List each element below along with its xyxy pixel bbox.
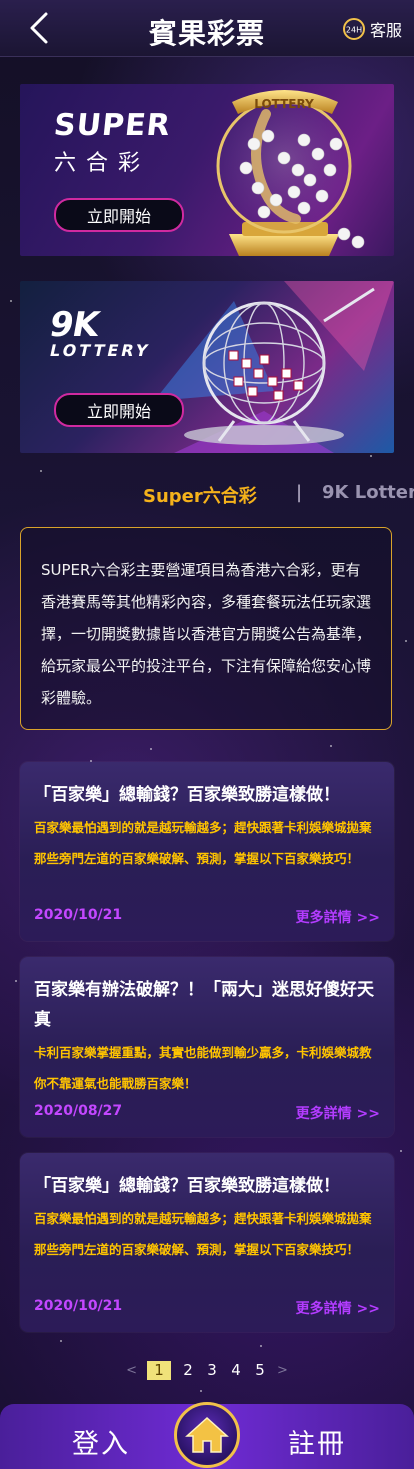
bingo-cage-illustration: [154, 281, 394, 453]
lottery-description: SUPER六合彩主要營運項目為香港六合彩，更有香港賽馬等其他精彩內容，多種套餐玩…: [20, 527, 392, 730]
page-2-button[interactable]: 2: [181, 1361, 195, 1379]
9k-lottery-banner[interactable]: 9K LOTTERY 立即開始: [20, 281, 394, 453]
news-summary: 百家樂最怕遇到的就是越玩輸越多；趕快跟著卡利娛樂城拋棄那些旁門左道的百家樂破解、…: [34, 1211, 372, 1257]
customer-service-label: 客服: [369, 21, 402, 40]
more-details-link[interactable]: 更多詳情 >>: [296, 1103, 380, 1123]
headset-24h-icon: 24H: [342, 18, 365, 40]
page-1-button[interactable]: 1: [147, 1360, 171, 1380]
news-summary: 卡利百家樂掌握重點，其實也能做到輸少贏多，卡利娛樂城教你不靠運氣也能戰勝百家樂！: [34, 1045, 372, 1091]
page-3-button[interactable]: 3: [205, 1361, 219, 1379]
page-4-button[interactable]: 4: [229, 1361, 243, 1379]
news-summary: 百家樂最怕遇到的就是越玩輸越多；趕快跟著卡利娛樂城拋棄那些旁門左道的百家樂破解、…: [34, 820, 372, 866]
super-brand-logo: SUPER 六合彩: [52, 108, 173, 176]
tab-separator: |: [296, 482, 303, 503]
news-card[interactable]: 百家樂有辦法破解？！「兩大」迷思好傻好天真 卡利百家樂掌握重點，其實也能做到輸少…: [20, 957, 394, 1137]
more-details-link[interactable]: 更多詳情 >>: [296, 1298, 380, 1318]
news-date: 2020/10/21: [34, 1298, 123, 1314]
news-title: 百家樂有辦法破解？！「兩大」迷思好傻好天真: [34, 980, 374, 1030]
page-5-button[interactable]: 5: [253, 1361, 267, 1379]
next-page-button[interactable]: >: [277, 1363, 288, 1378]
news-card[interactable]: 「百家樂」總輸錢？百家樂致勝這樣做！ 百家樂最怕遇到的就是越玩輸越多；趕快跟著卡…: [20, 1153, 394, 1332]
prev-page-button[interactable]: <: [126, 1363, 137, 1378]
more-details-link[interactable]: 更多詳情 >>: [296, 907, 380, 927]
home-button[interactable]: [174, 1402, 240, 1468]
news-title: 「百家樂」總輸錢？百家樂致勝這樣做！: [34, 785, 340, 805]
svg-text:24H: 24H: [346, 26, 362, 35]
news-title: 「百家樂」總輸錢？百家樂致勝這樣做！: [34, 1176, 340, 1196]
super-lottery-banner[interactable]: LOTTERY SUPER 六合彩 立即開始: [20, 84, 394, 256]
9k-lottery-logo: 9K LOTTERY: [46, 305, 153, 360]
top-header: 賓果彩票 24H 客服: [0, 0, 414, 57]
start-button[interactable]: 立即開始: [54, 198, 184, 232]
news-date: 2020/10/21: [34, 907, 123, 923]
start-button[interactable]: 立即開始: [54, 393, 184, 427]
home-icon: [185, 1416, 229, 1453]
tab-super-lottery[interactable]: Super六合彩: [143, 482, 257, 508]
login-button[interactable]: 登入: [72, 1422, 130, 1461]
tab-9k-lottery[interactable]: 9K Lotter: [322, 482, 414, 503]
register-button[interactable]: 註冊: [288, 1422, 346, 1461]
pagination: < 1 2 3 4 5 >: [0, 1359, 414, 1381]
customer-service-button[interactable]: 24H 客服: [342, 16, 402, 42]
news-date: 2020/08/27: [34, 1103, 123, 1119]
news-card[interactable]: 「百家樂」總輸錢？百家樂致勝這樣做！ 百家樂最怕遇到的就是越玩輸越多；趕快跟著卡…: [20, 762, 394, 941]
lottery-tabs: Super六合彩 | 9K Lotter: [0, 482, 414, 512]
svg-text:LOTTERY: LOTTERY: [254, 97, 314, 111]
